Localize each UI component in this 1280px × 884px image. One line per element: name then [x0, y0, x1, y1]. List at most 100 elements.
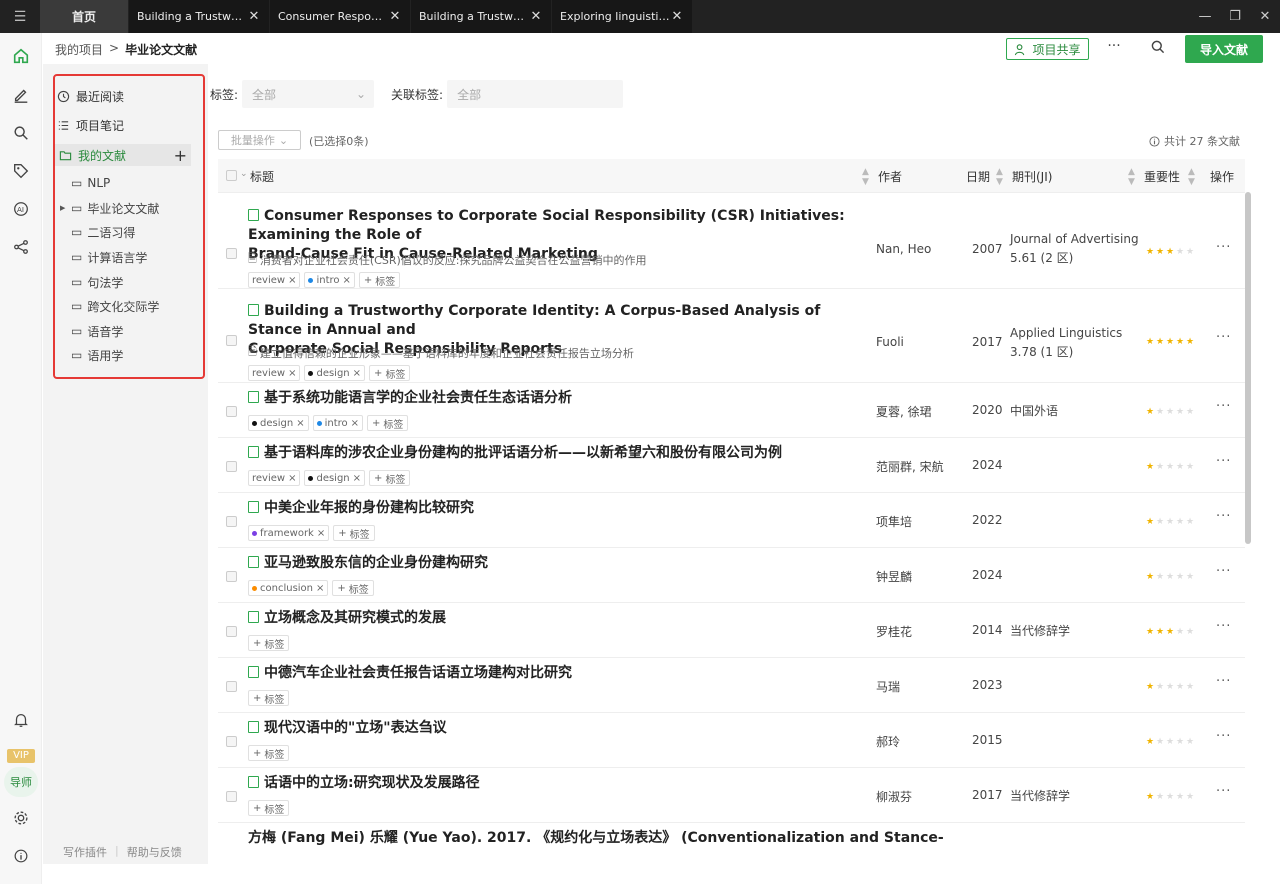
star-empty-icon[interactable]: ★ [1176, 408, 1185, 417]
star-filled-icon[interactable]: ★ [1146, 628, 1155, 637]
header-journal[interactable]: 期刊(JI) [1012, 168, 1052, 185]
tag-icon[interactable] [0, 156, 42, 186]
row-checkbox[interactable] [226, 681, 237, 692]
row-checkbox[interactable] [226, 248, 237, 259]
row-checkbox[interactable] [226, 791, 237, 802]
scrollbar[interactable] [1245, 192, 1251, 544]
related-tag-select[interactable]: 全部 [447, 80, 624, 108]
table-row[interactable]: 现代汉语中的"立场"表达刍议 + 标签 郝玲 2015 ★ ★ ★ ★ ★ ··· [218, 713, 1245, 768]
chevron-down-icon[interactable]: ⌄ [240, 169, 248, 179]
star-empty-icon[interactable]: ★ [1156, 738, 1165, 747]
info-icon[interactable] [0, 841, 42, 871]
star-empty-icon[interactable]: ★ [1176, 573, 1185, 582]
batch-operation-button[interactable]: 批量操作 ⌄ [218, 130, 301, 150]
header-author[interactable]: 作者 [878, 168, 902, 185]
star-filled-icon[interactable]: ★ [1146, 338, 1155, 347]
sort-icon[interactable]: ▲ ▼ [1128, 167, 1135, 187]
more-button[interactable]: ··· [1104, 38, 1124, 60]
star-empty-icon[interactable]: ★ [1166, 463, 1175, 472]
tag-chip[interactable]: design × [248, 415, 309, 431]
remove-tag-icon[interactable]: × [288, 473, 296, 484]
add-tag-button[interactable]: + 标签 [248, 800, 290, 816]
tag-chip[interactable]: review × [248, 272, 301, 288]
share-graph-icon[interactable] [0, 232, 42, 262]
star-filled-icon[interactable]: ★ [1146, 463, 1155, 472]
remove-tag-icon[interactable]: × [353, 473, 361, 484]
table-row[interactable]: 立场概念及其研究模式的发展 + 标签 罗桂花 2014 当代修辞学 ★ ★ ★ ★ ★ ·… [218, 603, 1245, 658]
row-more-button[interactable]: ··· [1216, 454, 1231, 469]
star-empty-icon[interactable]: ★ [1186, 573, 1195, 582]
add-tag-button[interactable]: + 标签 [248, 745, 290, 761]
tab-home[interactable]: 首页 [40, 0, 128, 33]
star-filled-icon[interactable]: ★ [1166, 248, 1175, 257]
gear-icon[interactable] [0, 803, 42, 833]
sidebar-item-my-docs[interactable]: 我的文献 + [55, 144, 191, 166]
star-empty-icon[interactable]: ★ [1186, 738, 1195, 747]
importance-stars[interactable]: ★ ★ ★ ★ ★ [1146, 793, 1195, 802]
star-filled-icon[interactable]: ★ [1166, 628, 1175, 637]
tab-document[interactable]: Building a Trustworthy Corporate Identit… [129, 0, 269, 33]
tab-document[interactable]: Building a Trustworthy Corporate Identit… [411, 0, 551, 33]
folder-item[interactable]: ▭ 跨文化交际学 [71, 296, 159, 316]
sort-icon[interactable]: ▲ ▼ [862, 167, 869, 187]
expand-caret-icon[interactable]: ▶ [60, 204, 65, 212]
mentor-button[interactable]: 导师 [4, 767, 38, 797]
folder-item[interactable]: ▭ 语用学 [71, 345, 123, 365]
star-filled-icon[interactable]: ★ [1156, 248, 1165, 257]
tab-document[interactable]: Consumer Responses to Corporate Social R… [270, 0, 410, 33]
star-empty-icon[interactable]: ★ [1156, 683, 1165, 692]
sidebar-item-notes[interactable]: 项目笔记 [57, 114, 124, 136]
star-empty-icon[interactable]: ★ [1176, 683, 1185, 692]
star-empty-icon[interactable]: ★ [1156, 793, 1165, 802]
row-more-button[interactable]: ··· [1216, 240, 1231, 255]
row-checkbox[interactable] [226, 516, 237, 527]
add-tag-button[interactable]: + 标签 [332, 580, 374, 596]
table-row[interactable]: 话语中的立场:研究现状及发展路径 + 标签 柳淑芬 2017 当代修辞学 ★ ★ ★ ★… [218, 768, 1245, 823]
close-icon[interactable]: ✕ [670, 9, 684, 24]
importance-stars[interactable]: ★ ★ ★ ★ ★ [1146, 683, 1195, 692]
maximize-icon[interactable]: ❐ [1220, 0, 1250, 33]
header-date[interactable]: 日期 [966, 168, 990, 185]
row-checkbox[interactable] [226, 736, 237, 747]
add-tag-button[interactable]: + 标签 [248, 690, 290, 706]
star-empty-icon[interactable]: ★ [1156, 408, 1165, 417]
row-more-button[interactable]: ··· [1216, 674, 1231, 689]
close-window-icon[interactable]: ✕ [1250, 0, 1280, 33]
importance-stars[interactable]: ★ ★ ★ ★ ★ [1146, 338, 1195, 347]
star-empty-icon[interactable]: ★ [1176, 463, 1185, 472]
document-title[interactable]: 基于语料库的涉农企业身份建构的批评话语分析——以新希望六和股份有限公司为例 [248, 444, 878, 463]
close-icon[interactable]: ✕ [247, 9, 261, 24]
folder-item[interactable]: ▭ 语音学 [71, 321, 123, 341]
tag-chip[interactable]: review × [248, 365, 301, 381]
star-empty-icon[interactable]: ★ [1166, 573, 1175, 582]
star-empty-icon[interactable]: ★ [1186, 683, 1195, 692]
add-tag-button[interactable]: + 标签 [369, 365, 411, 381]
remove-tag-icon[interactable]: × [288, 368, 296, 379]
row-more-button[interactable]: ··· [1216, 564, 1231, 579]
table-row[interactable]: 亚马逊致股东信的企业身份建构研究 conclusion × + 标签 钟昱麟 202… [218, 548, 1245, 603]
help-feedback-link[interactable]: 帮助与反馈 [127, 844, 182, 860]
search-icon[interactable] [1150, 39, 1170, 59]
row-more-button[interactable]: ··· [1216, 619, 1231, 634]
document-title[interactable]: 中德汽车企业社会责任报告话语立场建构对比研究 [248, 664, 878, 683]
menu-icon[interactable]: ☰ [0, 0, 40, 33]
importance-stars[interactable]: ★ ★ ★ ★ ★ [1146, 408, 1195, 417]
table-row[interactable]: 方梅 (Fang Mei) 乐耀 (Yue Yao). 2017. 《规约化与立… [218, 823, 1245, 853]
star-filled-icon[interactable]: ★ [1146, 683, 1155, 692]
star-empty-icon[interactable]: ★ [1156, 573, 1165, 582]
tag-chip[interactable]: framework × [248, 525, 330, 541]
star-empty-icon[interactable]: ★ [1176, 518, 1185, 527]
tab-document[interactable]: Exploring linguistic and cultural differ… [552, 0, 692, 33]
remove-tag-icon[interactable]: × [288, 275, 296, 286]
remove-tag-icon[interactable]: × [316, 583, 324, 594]
breadcrumb-parent[interactable]: 我的项目 [55, 41, 103, 58]
importance-stars[interactable]: ★ ★ ★ ★ ★ [1146, 248, 1195, 257]
row-more-button[interactable]: ··· [1216, 509, 1231, 524]
star-empty-icon[interactable]: ★ [1186, 463, 1195, 472]
star-empty-icon[interactable]: ★ [1186, 248, 1195, 257]
document-title[interactable]: 话语中的立场:研究现状及发展路径 [248, 774, 878, 793]
close-icon[interactable]: ✕ [529, 9, 543, 24]
document-title[interactable]: 基于系统功能语言学的企业社会责任生态话语分析 [248, 389, 878, 408]
star-empty-icon[interactable]: ★ [1166, 738, 1175, 747]
remove-tag-icon[interactable]: × [353, 368, 361, 379]
